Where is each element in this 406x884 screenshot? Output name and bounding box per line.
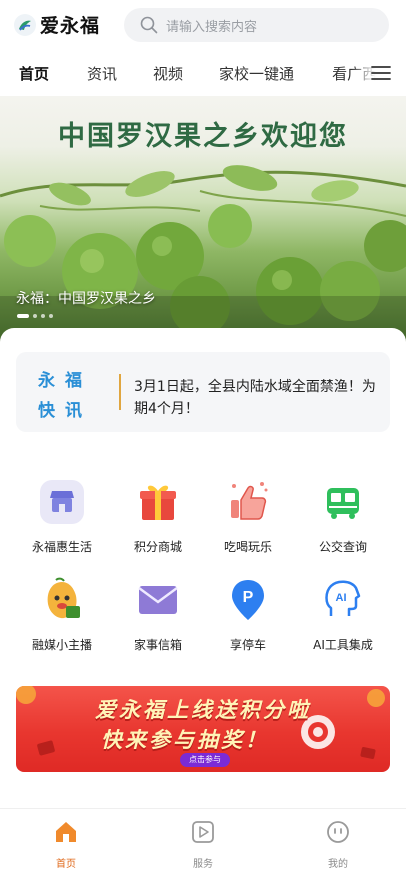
tabbar-item-profile[interactable]: 我的 bbox=[298, 819, 378, 870]
search-input[interactable]: 请输入搜索内容 bbox=[124, 8, 389, 42]
tabbar-item-services[interactable]: 服务 bbox=[163, 819, 243, 870]
carousel-dot bbox=[17, 314, 29, 318]
bottom-tab-bar: 首页 服务 我的 bbox=[0, 808, 406, 884]
tab-home[interactable]: 首页 bbox=[19, 63, 49, 84]
home-icon bbox=[56, 822, 76, 842]
service-label: 享停车 bbox=[229, 638, 266, 652]
service-item-parking[interactable]: P 享停车 bbox=[198, 576, 298, 653]
carousel-indicator bbox=[17, 314, 57, 318]
mail-icon bbox=[138, 586, 178, 614]
service-item-mailbox[interactable]: 家事信箱 bbox=[108, 576, 208, 653]
tab-home-school[interactable]: 家校一键通 bbox=[219, 63, 294, 84]
news-divider bbox=[119, 374, 121, 410]
tabbar-label: 首页 bbox=[56, 859, 76, 870]
thumbs-up-icon bbox=[231, 482, 268, 520]
news-flash-card[interactable]: 永福 快讯 3月1日起，全县内陆水域全面禁渔！为期4个月！ bbox=[16, 352, 390, 432]
search-icon bbox=[140, 16, 158, 34]
app-logo-icon bbox=[14, 13, 36, 36]
tabbar-label: 我的 bbox=[328, 859, 348, 870]
tabbar-label: 服务 bbox=[193, 859, 213, 870]
gift-icon bbox=[140, 485, 176, 520]
news-flash-badge: 永福 快讯 bbox=[38, 366, 108, 426]
app-logo[interactable]: 爱永福 bbox=[14, 11, 100, 38]
news-badge-line1: 永福 bbox=[38, 371, 92, 391]
service-label: 公交查询 bbox=[318, 540, 367, 554]
promo-subline: 快来参与抽奖！ bbox=[101, 728, 269, 752]
news-badge-line2: 快讯 bbox=[38, 401, 92, 421]
channel-nav: 首页 资讯 视频 家校一键通 看广西 bbox=[0, 52, 406, 94]
mascot-icon bbox=[47, 577, 80, 619]
tabbar-item-home[interactable]: 首页 bbox=[26, 819, 106, 870]
service-label: 融媒小主播 bbox=[31, 638, 92, 652]
service-item-anchor[interactable]: 融媒小主播 bbox=[12, 576, 112, 653]
service-item-life[interactable]: 永福惠生活 bbox=[12, 478, 112, 555]
hero-banner[interactable]: 中国罗汉果之乡欢迎您 永福：中国罗汉果之乡 bbox=[0, 96, 406, 346]
service-label: 永福惠生活 bbox=[31, 540, 92, 554]
promo-headline: 爱永福上线送积分啦 bbox=[95, 698, 311, 722]
content-sheet: 永福 快讯 3月1日起，全县内陆水域全面禁渔！为期4个月！ 永福惠生活 积分商城… bbox=[0, 328, 406, 798]
banner-caption: 永福：中国罗汉果之乡 bbox=[16, 291, 156, 307]
service-label: 积分商城 bbox=[133, 540, 182, 554]
news-flash-text: 3月1日起，全县内陆水域全面禁渔！为期4个月！ bbox=[134, 379, 376, 417]
service-label: 家事信箱 bbox=[133, 638, 182, 652]
service-item-ai-tools[interactable]: AI AI工具集成 bbox=[293, 576, 393, 653]
tab-news[interactable]: 资讯 bbox=[87, 63, 117, 84]
profile-icon bbox=[327, 821, 349, 843]
store-icon bbox=[40, 480, 84, 524]
menu-icon[interactable] bbox=[370, 62, 392, 84]
service-item-food-fun[interactable]: 吃喝玩乐 bbox=[198, 478, 298, 555]
service-label: AI工具集成 bbox=[313, 638, 373, 652]
service-item-bus[interactable]: 公交查询 bbox=[293, 478, 393, 555]
svg-text:P: P bbox=[243, 589, 254, 606]
promo-join-button[interactable]: 点击参与 bbox=[180, 753, 230, 767]
app-title: 爱永福 bbox=[40, 15, 101, 37]
svg-text:AI: AI bbox=[336, 592, 347, 604]
play-icon bbox=[192, 821, 214, 843]
app-header: 爱永福 请输入搜索内容 bbox=[0, 0, 406, 50]
service-label: 吃喝玩乐 bbox=[223, 540, 272, 554]
banner-headline: 中国罗汉果之乡欢迎您 bbox=[58, 121, 348, 152]
service-item-points-mall[interactable]: 积分商城 bbox=[108, 478, 208, 555]
parking-icon: P bbox=[232, 580, 264, 620]
ai-head-icon: AI bbox=[325, 580, 361, 616]
carousel-dot bbox=[49, 314, 53, 318]
carousel-dot bbox=[33, 314, 37, 318]
promo-banner[interactable]: 爱永福上线送积分啦 快来参与抽奖！ 点击参与 bbox=[16, 686, 390, 772]
tab-video[interactable]: 视频 bbox=[153, 63, 183, 84]
carousel-dot bbox=[41, 314, 45, 318]
bus-icon bbox=[327, 488, 359, 519]
search-placeholder: 请输入搜索内容 bbox=[166, 19, 258, 35]
